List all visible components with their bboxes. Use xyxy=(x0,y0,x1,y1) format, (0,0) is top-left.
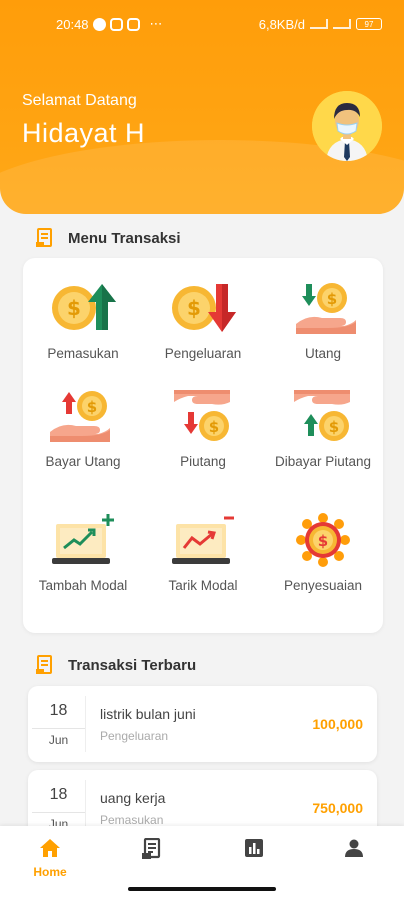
svg-text:$: $ xyxy=(327,290,337,308)
coin-arrow-down-icon: $ xyxy=(172,284,236,332)
battery-icon: 97 xyxy=(356,18,382,30)
menu-item-label: Pemasukan xyxy=(47,346,119,361)
status-bar: 20:48 ⋯ 6,8KB/d 97 xyxy=(0,0,404,48)
svg-text:$: $ xyxy=(87,398,97,416)
menu-item-pemasukan[interactable]: $ Pemasukan xyxy=(23,280,143,363)
svg-text:$: $ xyxy=(187,296,201,320)
laptop-chart-down-icon xyxy=(172,516,234,564)
recent-section-title: Transaksi Terbaru xyxy=(36,655,196,675)
menu-item-utang[interactable]: $ Utang xyxy=(263,280,383,363)
username-text: Hidayat H xyxy=(22,118,146,148)
more-notifications-icon: ⋯ xyxy=(149,16,164,31)
transaction-row[interactable]: 18 Jun listrik bulan juni Pengeluaran 10… xyxy=(28,686,377,762)
menu-item-penyesuaian[interactable]: $ Penyesuaian xyxy=(263,512,383,595)
menu-section-title-text: Menu Transaksi xyxy=(68,229,181,247)
nav-profile[interactable] xyxy=(324,838,384,863)
receipt-icon xyxy=(36,228,52,247)
menu-item-tambah-modal[interactable]: Tambah Modal xyxy=(23,512,143,595)
instagram-icon xyxy=(126,17,140,31)
svg-text:$: $ xyxy=(318,532,328,550)
transaction-amount: 750,000 xyxy=(312,800,363,816)
transaction-month: Jun xyxy=(32,727,85,747)
menu-item-label: Tarik Modal xyxy=(168,578,238,593)
transaction-date: 18 Jun xyxy=(32,696,86,752)
coin-arrow-up-icon: $ xyxy=(52,284,116,330)
nav-transactions[interactable] xyxy=(122,837,182,865)
menu-item-label: Tambah Modal xyxy=(38,578,128,593)
signal-icon xyxy=(310,19,328,29)
person-icon xyxy=(345,839,363,857)
transaction-day: 18 xyxy=(49,785,68,803)
menu-item-label: Utang xyxy=(304,346,342,361)
transaction-category: Pengeluaran xyxy=(100,728,169,743)
hand-coin-return-icon: $ xyxy=(294,390,350,441)
battery-level: 97 xyxy=(364,19,374,29)
avatar[interactable] xyxy=(312,91,382,161)
menu-item-label: Piutang xyxy=(180,454,226,469)
svg-text:$: $ xyxy=(209,418,219,436)
menu-card: $ Pemasukan $ Pengeluaran $ Utang $ Baya… xyxy=(23,258,383,633)
transaction-name: uang kerja xyxy=(100,789,166,806)
hand-coin-arrow-down-icon: $ xyxy=(296,283,356,334)
telegram-icon xyxy=(92,17,106,31)
bar-chart-icon xyxy=(245,839,263,857)
coin-gear-icon: $ xyxy=(296,513,350,567)
recent-section-title-text: Transaksi Terbaru xyxy=(68,656,197,674)
menu-item-bayar-utang[interactable]: $ Bayar Utang xyxy=(23,388,143,471)
transaction-name: listrik bulan juni xyxy=(100,705,196,722)
menu-item-label: Bayar Utang xyxy=(45,454,121,469)
transaction-category: Pemasukan xyxy=(100,812,164,827)
hand-coin-receive-icon: $ xyxy=(174,390,230,441)
laptop-chart-up-icon xyxy=(52,514,114,564)
status-time: 20:48 xyxy=(56,16,89,32)
instagram-icon xyxy=(109,17,123,31)
document-icon xyxy=(142,837,161,859)
person-avatar-icon xyxy=(312,91,382,161)
greeting-text: Selamat Datang xyxy=(22,92,137,109)
menu-item-label: Pengeluaran xyxy=(164,346,242,361)
nav-reports[interactable] xyxy=(224,838,284,863)
hand-coin-arrow-up-icon: $ xyxy=(50,391,110,442)
wifi-icon xyxy=(333,19,351,29)
transaction-day: 18 xyxy=(49,701,68,719)
receipt-icon xyxy=(36,655,52,674)
nav-home-label: Home xyxy=(33,865,67,879)
menu-item-tarik-modal[interactable]: Tarik Modal xyxy=(143,512,263,595)
network-speed: 6,8KB/d xyxy=(258,16,305,32)
svg-text:$: $ xyxy=(67,296,81,320)
menu-item-piutang[interactable]: $ Piutang xyxy=(143,388,263,471)
home-icon xyxy=(40,839,60,857)
svg-text:$: $ xyxy=(329,418,339,436)
gesture-home-bar[interactable] xyxy=(128,887,276,891)
menu-section-title: Menu Transaksi xyxy=(36,228,181,248)
menu-item-label: Penyesuaian xyxy=(283,578,363,593)
menu-item-pengeluaran[interactable]: $ Pengeluaran xyxy=(143,280,263,363)
menu-item-dibayar-piutang[interactable]: $ Dibayar Piutang xyxy=(263,388,383,471)
transaction-amount: 100,000 xyxy=(312,716,363,732)
nav-home[interactable]: Home xyxy=(20,838,80,879)
menu-item-label: Dibayar Piutang xyxy=(274,454,372,469)
